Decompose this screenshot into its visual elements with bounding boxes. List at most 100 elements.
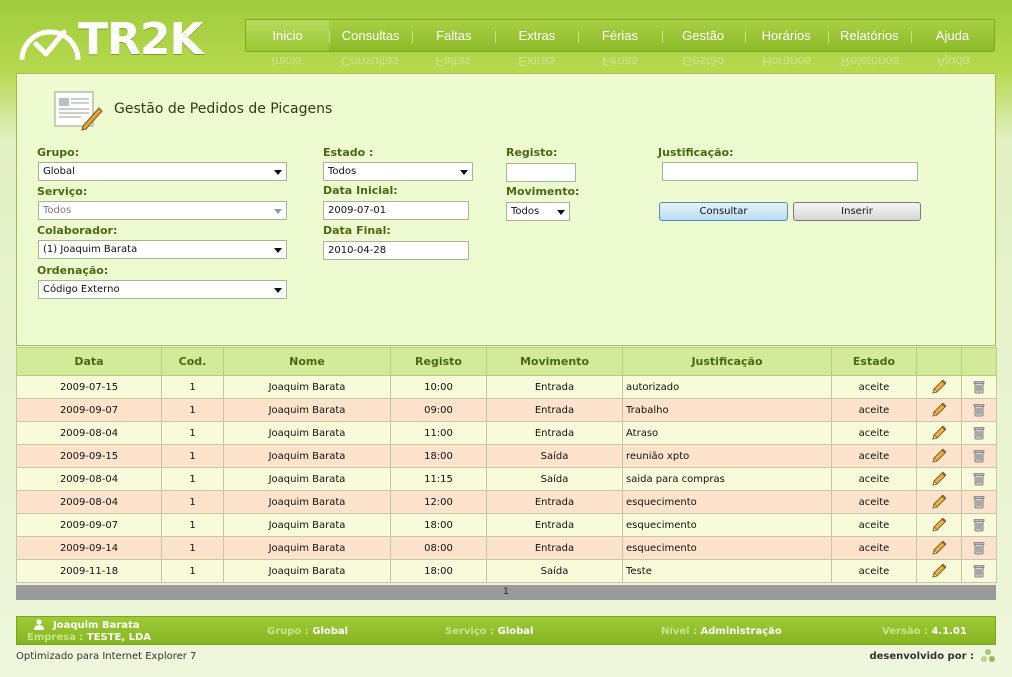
- table-row[interactable]: 2009-11-18 1 Joaquim Barata 18:00 Saída Teste…: [16, 559, 997, 583]
- delete-cell: [961, 467, 997, 491]
- logo-check-icon: [19, 29, 81, 61]
- delete-trash-icon[interactable]: [971, 471, 987, 487]
- delete-trash-icon[interactable]: [971, 402, 987, 418]
- delete-cell: [961, 490, 997, 514]
- column-header: Movimento: [486, 347, 623, 376]
- column-header: [961, 347, 997, 376]
- column-header: Cod.: [161, 347, 224, 376]
- nav-item-ajuda[interactable]: Ajuda: [910, 20, 994, 51]
- search-panel: Gestão de Pedidos de Picagens Grupo: Glo…: [16, 73, 996, 346]
- edit-pencil-icon[interactable]: [931, 540, 947, 556]
- edit-pencil-icon[interactable]: [931, 563, 947, 579]
- nav-reflection-label: Inicio: [271, 54, 302, 68]
- pagination: 1: [16, 585, 996, 600]
- table-cell: 10:00: [390, 375, 487, 399]
- results-table: Data Cod. Nome Registo Movimento Justificação…: [16, 347, 997, 583]
- nav-reflection-label: Horários: [762, 54, 812, 68]
- edit-pencil-icon[interactable]: [931, 425, 947, 441]
- table-cell: Joaquim Barata: [223, 559, 391, 583]
- table-cell: Joaquim Barata: [223, 375, 391, 399]
- nav-item-ferias[interactable]: Férias: [578, 20, 661, 51]
- table-cell: 1: [161, 375, 224, 399]
- ordenacao-select[interactable]: Código Externo: [38, 280, 287, 299]
- nav-item-consultas[interactable]: Consultas: [329, 20, 412, 51]
- delete-trash-icon[interactable]: [971, 448, 987, 464]
- table-cell: 2009-07-15: [16, 375, 162, 399]
- registo-label: Registo:: [506, 146, 558, 159]
- table-cell: aceite: [831, 398, 917, 422]
- edit-pencil-icon[interactable]: [931, 402, 947, 418]
- data-final-input[interactable]: 2010-04-28: [323, 241, 469, 260]
- table-row[interactable]: 2009-08-04 1 Joaquim Barata 11:00 Entrada Atr…: [16, 421, 997, 445]
- table-cell: 1: [161, 513, 224, 537]
- table-row[interactable]: 2009-09-07 1 Joaquim Barata 18:00 Entrada esq…: [16, 513, 997, 537]
- table-row[interactable]: 2009-09-15 1 Joaquim Barata 18:00 Saída reuni…: [16, 444, 997, 468]
- logo-text: TR2K: [78, 14, 204, 65]
- table-cell: Joaquim Barata: [223, 398, 391, 422]
- edit-cell: [916, 559, 962, 583]
- inserir-button[interactable]: Inserir: [793, 202, 921, 221]
- delete-cell: [961, 421, 997, 445]
- edit-pencil-icon[interactable]: [931, 494, 947, 510]
- delete-cell: [961, 536, 997, 560]
- grupo-select[interactable]: Global: [38, 162, 287, 181]
- table-row[interactable]: 2009-08-04 1 Joaquim Barata 12:00 Entrada esq…: [16, 490, 997, 514]
- status-footer: Joaquim Barata Empresa : TESTE, LDA Grup…: [16, 616, 996, 645]
- table-cell: 2009-08-04: [16, 421, 162, 445]
- nav-reflection-label: Relatórios: [840, 54, 900, 68]
- developer-logo-icon[interactable]: [980, 648, 996, 664]
- nav-item-extras[interactable]: Extras: [495, 20, 578, 51]
- delete-trash-icon[interactable]: [971, 517, 987, 533]
- table-cell: 2009-08-04: [16, 490, 162, 514]
- table-cell: Entrada: [486, 490, 623, 514]
- table-row[interactable]: 2009-09-14 1 Joaquim Barata 08:00 Entrada esq…: [16, 536, 997, 560]
- developer-credit: desenvolvido por :: [869, 651, 974, 662]
- footer-user-name: Joaquim Barata: [53, 620, 140, 631]
- edit-cell: [916, 467, 962, 491]
- justificacao-input[interactable]: [662, 162, 918, 181]
- table-cell: esquecimento: [622, 490, 832, 514]
- table-cell: 2009-09-15: [16, 444, 162, 468]
- table-cell: Entrada: [486, 536, 623, 560]
- estado-select[interactable]: Todos: [323, 162, 473, 181]
- table-cell: Joaquim Barata: [223, 490, 391, 514]
- table-body: 2009-07-15 1 Joaquim Barata 10:00 Entrada aut…: [16, 375, 997, 583]
- table-row[interactable]: 2009-07-15 1 Joaquim Barata 10:00 Entrada aut…: [16, 375, 997, 399]
- nav-item-inicio[interactable]: Inicio: [246, 20, 330, 51]
- tr2k-logo: TR2K: [18, 12, 218, 68]
- justificacao-label: Justificação:: [658, 146, 734, 159]
- browser-note: Optimizado para Internet Explorer 7: [16, 651, 197, 662]
- edit-pencil-icon[interactable]: [931, 448, 947, 464]
- data-inicial-input[interactable]: 2009-07-01: [323, 201, 469, 220]
- table-row[interactable]: 2009-09-07 1 Joaquim Barata 09:00 Entrada Tra…: [16, 398, 997, 422]
- nav-item-faltas[interactable]: Faltas: [412, 20, 495, 51]
- table-cell: Joaquim Barata: [223, 467, 391, 491]
- nav-item-gestao[interactable]: Gestão: [661, 20, 745, 51]
- table-cell: Saída: [486, 444, 623, 468]
- delete-trash-icon[interactable]: [971, 425, 987, 441]
- registo-input[interactable]: [506, 163, 576, 182]
- nav-item-horarios[interactable]: Horários: [744, 20, 828, 51]
- table-cell: aceite: [831, 490, 917, 514]
- table-cell: 08:00: [390, 536, 487, 560]
- edit-pencil-icon[interactable]: [931, 471, 947, 487]
- table-cell: aceite: [831, 444, 917, 468]
- consultar-button[interactable]: Consultar: [659, 202, 788, 221]
- servico-select[interactable]: Todos: [38, 201, 287, 220]
- edit-pencil-icon[interactable]: [931, 517, 947, 533]
- colaborador-select[interactable]: (1) Joaquim Barata: [38, 240, 287, 259]
- delete-trash-icon[interactable]: [971, 563, 987, 579]
- table-cell: 2009-09-07: [16, 398, 162, 422]
- delete-trash-icon[interactable]: [971, 379, 987, 395]
- nav-item-relatorios[interactable]: Relatórios: [827, 20, 911, 51]
- table-row[interactable]: 2009-08-04 1 Joaquim Barata 11:15 Saída saida…: [16, 467, 997, 491]
- movimento-select[interactable]: Todos: [506, 202, 570, 221]
- delete-trash-icon[interactable]: [971, 494, 987, 510]
- column-header: Data: [16, 347, 162, 376]
- edit-pencil-icon[interactable]: [931, 379, 947, 395]
- footer-versao-label: Versão :: [882, 626, 928, 637]
- delete-trash-icon[interactable]: [971, 540, 987, 556]
- edit-cell: [916, 444, 962, 468]
- page-link[interactable]: 1: [503, 587, 509, 597]
- edit-cell: [916, 375, 962, 399]
